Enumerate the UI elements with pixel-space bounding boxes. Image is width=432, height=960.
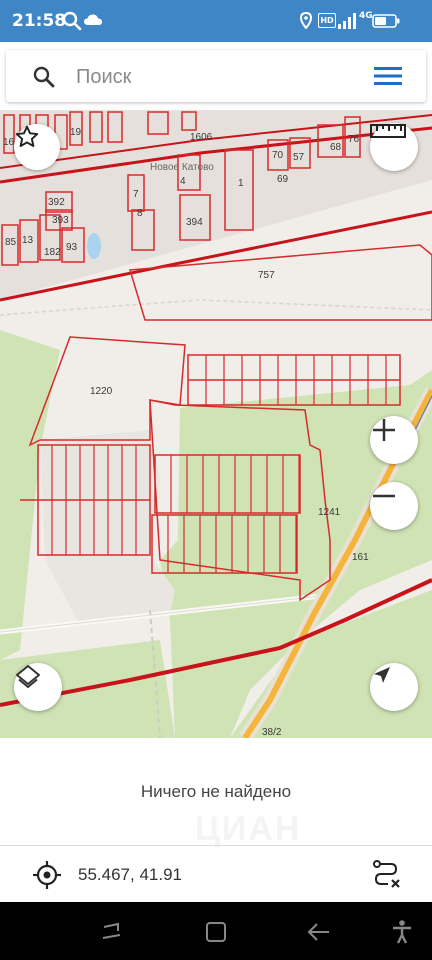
parcel-label: 93 xyxy=(66,242,78,253)
divider xyxy=(0,845,432,846)
parcel-label: 392 xyxy=(48,197,65,208)
ruler-icon xyxy=(370,124,406,138)
target-icon[interactable] xyxy=(32,860,62,890)
parcel-label: 68 xyxy=(330,142,342,153)
parcel-label: 76 xyxy=(348,134,360,145)
road-number-label: 1606 xyxy=(190,132,213,143)
parcel-label: 1241 xyxy=(318,507,341,518)
parcel-label: 1 xyxy=(238,178,244,189)
parcel-label: 16 xyxy=(3,137,15,148)
bottom-panel: Ничего не найдено ЦИАН 55.467, 41.91 xyxy=(0,738,432,902)
place-name-label: Новое Катово xyxy=(150,162,214,173)
cloud-icon xyxy=(84,14,102,25)
minus-icon xyxy=(373,494,395,498)
home-icon[interactable] xyxy=(204,920,228,944)
parcel-label: 69 xyxy=(277,174,289,185)
search-icon xyxy=(62,11,82,31)
status-bar: 21:58 HD 4G xyxy=(0,0,432,42)
accessibility-icon[interactable] xyxy=(390,919,414,945)
parcel-label: 13 xyxy=(22,235,34,246)
favorite-star-button[interactable] xyxy=(14,124,60,170)
map-view[interactable]: 1606 Новое Катово 1 4 7 8 13 16 19 57 68… xyxy=(0,110,432,738)
network-type-label: 4G xyxy=(359,11,373,21)
road-label-161: 161 xyxy=(352,552,369,563)
route-clear-icon[interactable] xyxy=(370,858,402,890)
layers-icon xyxy=(16,665,40,688)
status-time: 21:58 xyxy=(12,11,67,31)
ruler-button[interactable] xyxy=(370,123,418,171)
no-results-message: Ничего не найдено xyxy=(140,782,292,801)
parcel-label: 8 xyxy=(137,208,143,219)
back-icon[interactable] xyxy=(306,920,332,944)
hd-icon: HD xyxy=(318,13,336,28)
road-label-38: 38/2 xyxy=(262,727,282,738)
search-icon[interactable] xyxy=(32,65,56,89)
navigation-bar xyxy=(0,902,432,960)
parcel-label: 19 xyxy=(70,127,82,138)
parcel-label: 182 xyxy=(44,247,61,258)
recents-icon[interactable] xyxy=(100,920,124,942)
battery-icon xyxy=(372,14,400,28)
zoom-in-button[interactable] xyxy=(370,416,418,464)
zoom-out-button[interactable] xyxy=(370,482,418,530)
parcel-label: 4 xyxy=(180,176,186,187)
parcel-label: 757 xyxy=(258,270,275,281)
coordinates-value[interactable]: 55.467, 41.91 xyxy=(78,865,182,885)
plus-icon xyxy=(373,419,395,441)
signal-icon xyxy=(338,13,356,29)
hamburger-menu-icon[interactable] xyxy=(373,64,403,88)
star-icon xyxy=(15,125,39,147)
navigation-arrow-icon xyxy=(374,667,390,683)
search-bar xyxy=(6,50,426,102)
location-icon xyxy=(300,12,312,29)
parcel-label: 70 xyxy=(272,150,284,161)
layers-button[interactable] xyxy=(14,663,62,711)
my-location-button[interactable] xyxy=(370,663,418,711)
hd-label: HD xyxy=(320,16,334,25)
watermark: ЦИАН xyxy=(195,810,302,848)
parcel-label: 57 xyxy=(293,152,305,163)
parcel-label: 7 xyxy=(133,189,139,200)
search-input[interactable] xyxy=(74,62,368,92)
parcel-label: 85 xyxy=(5,237,17,248)
parcel-label: 393 xyxy=(52,215,69,226)
parcel-label: 1220 xyxy=(90,386,113,397)
parcel-label: 394 xyxy=(186,217,203,228)
map-canvas[interactable]: 1606 Новое Катово 1 4 7 8 13 16 19 57 68… xyxy=(0,110,432,738)
